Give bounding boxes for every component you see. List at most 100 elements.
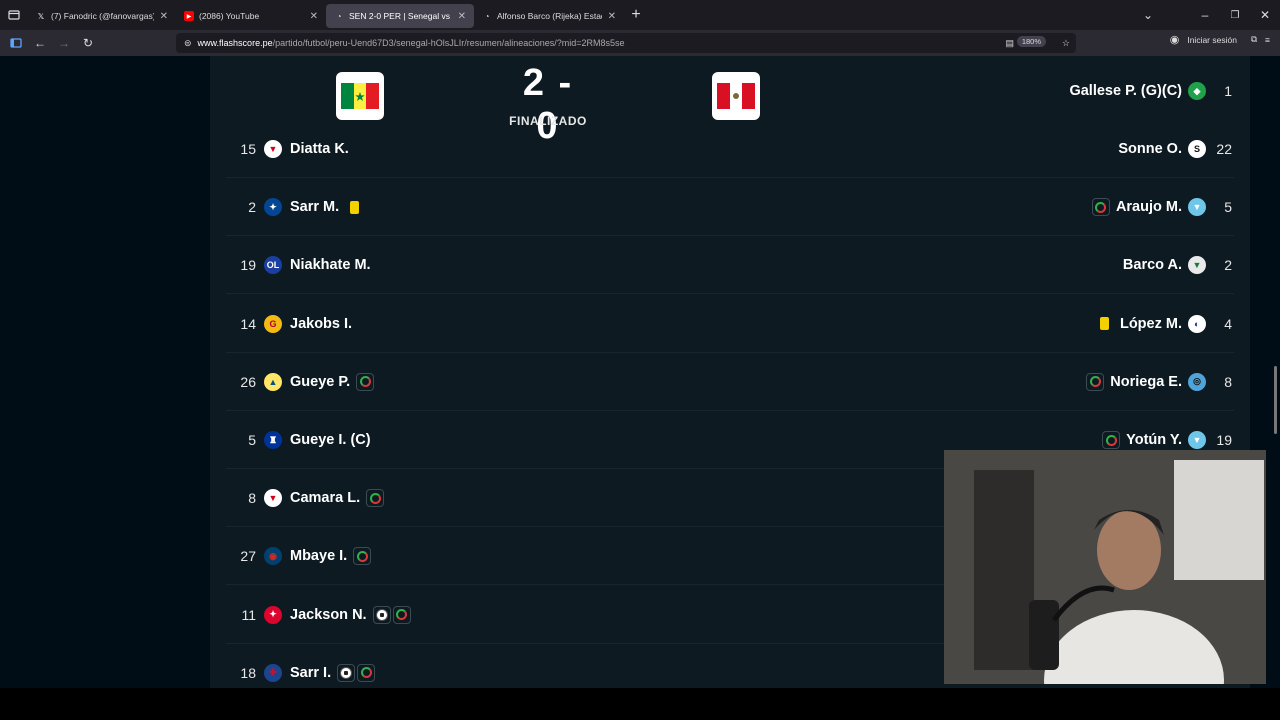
url-bar[interactable]: ⊜ www.flashscore.pe /partido/futbol/peru… bbox=[176, 33, 1076, 53]
tab-list-icon[interactable] bbox=[0, 5, 28, 25]
substitution-icon bbox=[1089, 376, 1101, 388]
close-tab-icon[interactable]: ✕ bbox=[160, 11, 168, 22]
substitution-event bbox=[357, 663, 376, 682]
substitution-event bbox=[392, 605, 411, 624]
url-path: /partido/futbol/peru-Uend67D3/senegal-hO… bbox=[272, 38, 625, 48]
page-content: 2 - 0 FINALIZADO 15 ▼ Diatta K. Sonne O. S 22… bbox=[0, 56, 1280, 688]
player-name: Sarr I. bbox=[290, 664, 332, 681]
player-name: Barco A. bbox=[1122, 257, 1182, 274]
yellow-card-icon bbox=[1100, 317, 1110, 331]
home-player[interactable]: 2 ✦ Sarr M. bbox=[230, 178, 363, 236]
goal-ball-icon bbox=[375, 608, 388, 621]
player-name: Noriega E. bbox=[1110, 373, 1182, 390]
player-name: Gueye P. bbox=[290, 373, 351, 390]
tab-title: SEN 2-0 PER | Senegal vs Perú 2 bbox=[349, 11, 452, 21]
away-player[interactable]: Araujo M. ▼ 5 bbox=[1091, 178, 1232, 236]
substitution-icon bbox=[356, 550, 368, 562]
flashscore-icon: ◔ bbox=[336, 11, 342, 21]
deportivo-cali-club-icon: ◆ bbox=[1188, 82, 1206, 100]
player-name: Sonne O. bbox=[1118, 141, 1182, 157]
goal-event bbox=[372, 605, 391, 624]
close-tab-icon[interactable]: ✕ bbox=[608, 11, 616, 22]
substitution-event bbox=[353, 547, 372, 566]
youtube-icon: ▶ bbox=[184, 11, 194, 21]
maximize-icon[interactable]: ❐ bbox=[1220, 5, 1250, 25]
lineup-row: 19 OL Niakhate M. Barco A. ▼ 2 bbox=[226, 236, 1234, 295]
lineup-row: 15 ▼ Diatta K. Sonne O. S 22 bbox=[226, 120, 1234, 178]
substitution-event bbox=[356, 372, 375, 391]
tab-flashscore-match[interactable]: ◔ SEN 2-0 PER | Senegal vs Perú 2 ✕ bbox=[326, 4, 474, 28]
lyon-club-icon: OL bbox=[264, 256, 282, 275]
lineup-row: 2 ✦ Sarr M. Araujo M. ▼ 5 bbox=[226, 178, 1234, 237]
tab-x[interactable]: 𝕏 (7) Fanodric (@fanovargas) / X ✕ bbox=[28, 4, 176, 28]
tab-flashscore-player[interactable]: ◔ Alfonso Barco (Rijeka) Estadístic ✕ bbox=[474, 4, 624, 28]
player-number: 19 bbox=[240, 257, 256, 274]
away-player[interactable]: Gallese P. (G)(C) ◆ 1 bbox=[1069, 62, 1232, 120]
everton-club-icon: ♜ bbox=[264, 431, 282, 449]
home-player[interactable]: 11 ✦ Jackson N. bbox=[230, 586, 411, 644]
substitution-event bbox=[366, 489, 385, 508]
away-player[interactable]: López M. ◐ 4 bbox=[1096, 295, 1232, 353]
minimize-icon[interactable]: – bbox=[1190, 5, 1220, 25]
player-name: Camara L. bbox=[290, 490, 361, 507]
site-info-icon[interactable]: ⊜ bbox=[184, 38, 192, 49]
account-icon[interactable]: ◉ bbox=[1170, 33, 1180, 46]
player-name: Gallese P. (G)(C) bbox=[1069, 83, 1182, 99]
bookmark-star-icon[interactable]: ☆ bbox=[1062, 38, 1070, 49]
forward-icon[interactable]: → bbox=[52, 33, 76, 53]
substitution-icon bbox=[1105, 434, 1117, 446]
tab-youtube[interactable]: ▶ (2086) YouTube ✕ bbox=[176, 4, 326, 28]
copenhagen-club-icon: ◐ bbox=[1188, 314, 1206, 333]
close-tab-icon[interactable]: ✕ bbox=[310, 11, 318, 22]
player-name: Diatta K. bbox=[290, 141, 349, 157]
flashscore-icon: ◔ bbox=[484, 11, 490, 21]
zoom-level-badge[interactable]: 180% bbox=[1016, 36, 1046, 47]
substitution-icon bbox=[1095, 201, 1107, 213]
home-player[interactable]: 15 ▼ Diatta K. bbox=[230, 120, 349, 178]
home-player[interactable]: 14 G Jakobs I. bbox=[230, 295, 352, 353]
back-icon[interactable]: ← bbox=[28, 33, 52, 53]
chevron-down-icon[interactable]: ⌄ bbox=[1136, 5, 1160, 25]
signin-button[interactable]: Iniciar sesión bbox=[1187, 35, 1237, 45]
home-player[interactable]: 26 ▲ Gueye P. bbox=[230, 353, 375, 411]
lineup-row: 26 ▲ Gueye P. Noriega E. ◎ 8 bbox=[226, 353, 1234, 411]
player-number: 8 bbox=[248, 490, 256, 507]
player-number: 15 bbox=[240, 141, 256, 157]
goal-ball-icon bbox=[340, 666, 353, 679]
tab-title: Alfonso Barco (Rijeka) Estadístic bbox=[497, 11, 602, 21]
substitution-icon bbox=[360, 667, 372, 679]
player-number: 22 bbox=[1216, 141, 1232, 157]
tab-title: (7) Fanodric (@fanovargas) / X bbox=[51, 11, 154, 21]
away-player[interactable]: Noriega E. ◎ 8 bbox=[1086, 353, 1232, 411]
yellow-card-icon bbox=[349, 200, 359, 214]
away-player[interactable]: Sonne O. S 22 bbox=[1118, 120, 1232, 178]
yellow-card-event bbox=[1096, 315, 1114, 333]
menu-icon[interactable]: ≡ bbox=[1265, 35, 1270, 45]
page-scrollbar[interactable] bbox=[1274, 366, 1277, 434]
x-icon: 𝕏 bbox=[37, 11, 45, 21]
reload-icon[interactable]: ↻ bbox=[76, 33, 100, 53]
player-name: Sarr M. bbox=[290, 199, 340, 216]
close-tab-icon[interactable]: ✕ bbox=[458, 11, 466, 22]
home-player[interactable]: 27 ◉ Mbaye I. bbox=[230, 527, 372, 585]
tab-title: (2086) YouTube bbox=[199, 11, 260, 21]
goal-event bbox=[337, 663, 356, 682]
away-player[interactable]: Barco A. ▼ 2 bbox=[1123, 236, 1232, 294]
player-number: 5 bbox=[1224, 199, 1232, 216]
player-number: 19 bbox=[1216, 432, 1232, 448]
sporting-cristal-b-club-icon: ▼ bbox=[1188, 198, 1206, 217]
extensions-icon[interactable]: ⧉ bbox=[1251, 34, 1257, 45]
home-player[interactable]: 18 ✚ Sarr I. bbox=[230, 644, 376, 688]
chelsea-club-icon: ✦ bbox=[264, 198, 282, 217]
webcam-overlay bbox=[944, 450, 1266, 684]
new-tab-icon[interactable]: + bbox=[624, 5, 648, 25]
player-number: 2 bbox=[1224, 257, 1232, 274]
close-window-icon[interactable]: ✕ bbox=[1250, 5, 1280, 25]
player-number: 1 bbox=[1224, 83, 1232, 99]
home-player[interactable]: 5 ♜ Gueye I. (C) bbox=[230, 411, 371, 469]
sidebar-icon[interactable] bbox=[4, 33, 28, 53]
home-player[interactable]: 8 ▼ Camara L. bbox=[230, 469, 385, 527]
home-player[interactable]: 19 OL Niakhate M. bbox=[230, 236, 371, 294]
reader-view-icon[interactable]: ▤ bbox=[1005, 38, 1014, 49]
player-number: 18 bbox=[240, 664, 256, 681]
